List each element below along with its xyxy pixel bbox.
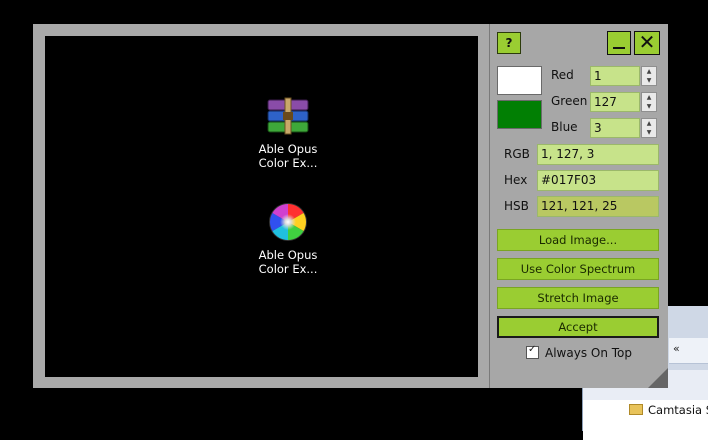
- use-color-spectrum-button[interactable]: Use Color Spectrum: [497, 258, 659, 280]
- load-image-button[interactable]: Load Image...: [497, 229, 659, 251]
- folder-item-label[interactable]: Camtasia St: [648, 403, 708, 417]
- desktop-icon-archive[interactable]: Able Opus Color Ex...: [243, 96, 333, 170]
- hex-field[interactable]: #017F03: [537, 170, 659, 191]
- stretch-image-button[interactable]: Stretch Image: [497, 287, 659, 309]
- image-viewer-frame: Able Opus Color Ex... Able Opus Color Ex…: [33, 24, 490, 388]
- explorer-address-bar: «: [669, 338, 708, 364]
- spin-up-icon[interactable]: ▲: [642, 119, 656, 128]
- spin-down-icon[interactable]: ▼: [642, 102, 656, 111]
- back-chevron-icon[interactable]: «: [673, 342, 680, 355]
- green-label: Green: [551, 94, 588, 108]
- always-on-top-checkbox[interactable]: [526, 344, 539, 359]
- spin-down-icon[interactable]: ▼: [642, 76, 656, 85]
- green-spinner[interactable]: ▲ ▼: [641, 92, 657, 112]
- help-button[interactable]: ?: [497, 32, 521, 54]
- accept-button[interactable]: Accept: [497, 316, 659, 338]
- spin-down-icon[interactable]: ▼: [642, 128, 656, 137]
- hex-label: Hex: [504, 173, 528, 187]
- folder-icon: [629, 404, 643, 415]
- always-on-top-label: Always On Top: [545, 346, 632, 360]
- hsb-label: HSB: [504, 199, 529, 213]
- hsb-field[interactable]: 121, 121, 25: [537, 196, 659, 217]
- always-on-top-row[interactable]: Always On Top: [526, 344, 632, 360]
- selected-color-swatch[interactable]: [497, 100, 542, 129]
- color-extractor-panel: ? ✕ Red 1 ▲ ▼ Green 127 ▲ ▼ Blue 3 ▲ ▼ RGB …: [489, 24, 668, 388]
- red-label: Red: [551, 68, 574, 82]
- icon-label-line1: Able Opus: [258, 142, 318, 156]
- blue-input[interactable]: 3: [590, 118, 640, 138]
- winrar-archive-icon: [266, 96, 310, 136]
- red-spinner[interactable]: ▲ ▼: [641, 66, 657, 86]
- blue-label: Blue: [551, 120, 578, 134]
- primary-color-swatch[interactable]: [497, 66, 542, 95]
- green-input[interactable]: 127: [590, 92, 640, 112]
- icon-label-line1: Able Opus: [258, 248, 318, 262]
- minimize-button[interactable]: [607, 31, 631, 55]
- rgb-field[interactable]: 1, 127, 3: [537, 144, 659, 165]
- icon-label-line2: Color Ex...: [258, 156, 318, 170]
- spin-up-icon[interactable]: ▲: [642, 93, 656, 102]
- spin-up-icon[interactable]: ▲: [642, 67, 656, 76]
- resize-grip[interactable]: [648, 368, 668, 388]
- close-button[interactable]: ✕: [634, 31, 660, 55]
- icon-label-line2: Color Ex...: [258, 262, 318, 276]
- red-input[interactable]: 1: [590, 66, 640, 86]
- blue-spinner[interactable]: ▲ ▼: [641, 118, 657, 138]
- rgb-label: RGB: [504, 147, 530, 161]
- image-canvas[interactable]: Able Opus Color Ex... Able Opus Color Ex…: [45, 36, 478, 377]
- desktop-icon-color[interactable]: Able Opus Color Ex...: [243, 202, 333, 276]
- color-sphere-icon: [266, 202, 310, 242]
